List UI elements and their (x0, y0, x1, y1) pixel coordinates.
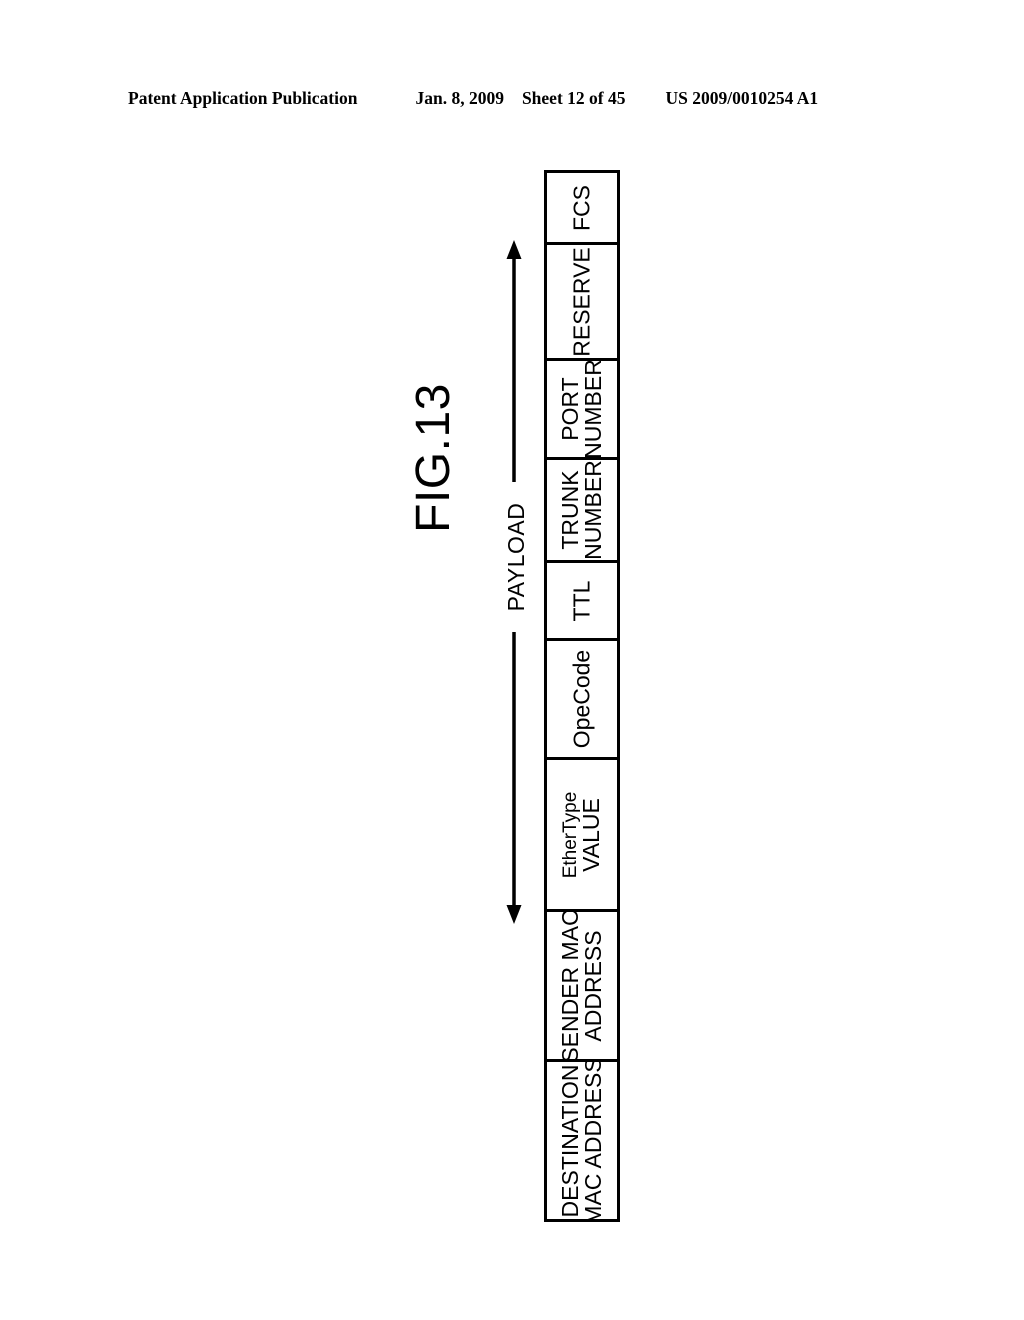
frame-field-trunk-number: TRUNK NUMBER (547, 460, 617, 563)
frame-field-port-number: PORT NUMBER (547, 361, 617, 460)
frame-field-line: NUMBER (580, 361, 606, 459)
frame-field-opecode: OpeCode (547, 641, 617, 760)
frame-field-fcs: FCS (547, 173, 617, 245)
frame-field-label: FCS (568, 184, 595, 231)
ethernet-frame-diagram: FCS RESERVE PORT NUMBER TRUNK NUMBER TTL… (544, 170, 620, 1222)
sheet-number: Sheet 12 of 45 (521, 88, 626, 108)
patent-running-header: Patent Application Publication Jan. 8, 2… (128, 88, 896, 114)
frame-field-label: SENDER MAC ADDRESS (557, 912, 606, 1062)
frame-field-sender-mac-address: SENDER MAC ADDRESS (547, 912, 617, 1062)
frame-field-label: DESTINATION MAC ADDRESS (557, 1062, 606, 1219)
frame-field-destination-mac-address: DESTINATION MAC ADDRESS (547, 1062, 617, 1219)
frame-field-label: TRUNK NUMBER (557, 460, 606, 560)
frame-field-label: RESERVE (568, 246, 595, 357)
frame-field-line: DESTINATION (557, 1064, 583, 1217)
frame-field-label: OpeCode (568, 649, 595, 749)
patent-number: US 2009/0010254 A1 (665, 88, 819, 108)
frame-field-line: PORT (557, 377, 583, 441)
publication-date: Jan. 8, 2009 (415, 88, 504, 108)
frame-field-ttl: TTL (547, 563, 617, 641)
figure-title: FIG.13 (407, 383, 460, 533)
frame-field-line: ADDRESS (580, 929, 606, 1042)
frame-field-line: VALUE (578, 797, 604, 872)
frame-field-line: MAC ADDRESS (580, 1062, 606, 1219)
frame-field-reserve: RESERVE (547, 245, 617, 361)
frame-field-label: PORT NUMBER (557, 361, 606, 459)
frame-field-line: TTL (568, 580, 595, 621)
payload-label: PAYLOAD (503, 482, 529, 632)
frame-field-label: TTL (568, 580, 595, 621)
frame-field-line: NUMBER (580, 460, 606, 560)
payload-span-annotation: PAYLOAD (498, 240, 532, 924)
publication-label: Patent Application Publication (128, 88, 358, 108)
frame-field-ethertype-value: EtherType VALUE (547, 760, 617, 912)
frame-field-line: SENDER MAC (557, 912, 583, 1062)
frame-field-label: EtherType VALUE (560, 791, 604, 878)
frame-field-line: RESERVE (568, 246, 595, 357)
frame-field-line: OpeCode (568, 649, 595, 749)
frame-field-line: TRUNK (557, 470, 583, 550)
frame-field-line: FCS (568, 184, 595, 231)
